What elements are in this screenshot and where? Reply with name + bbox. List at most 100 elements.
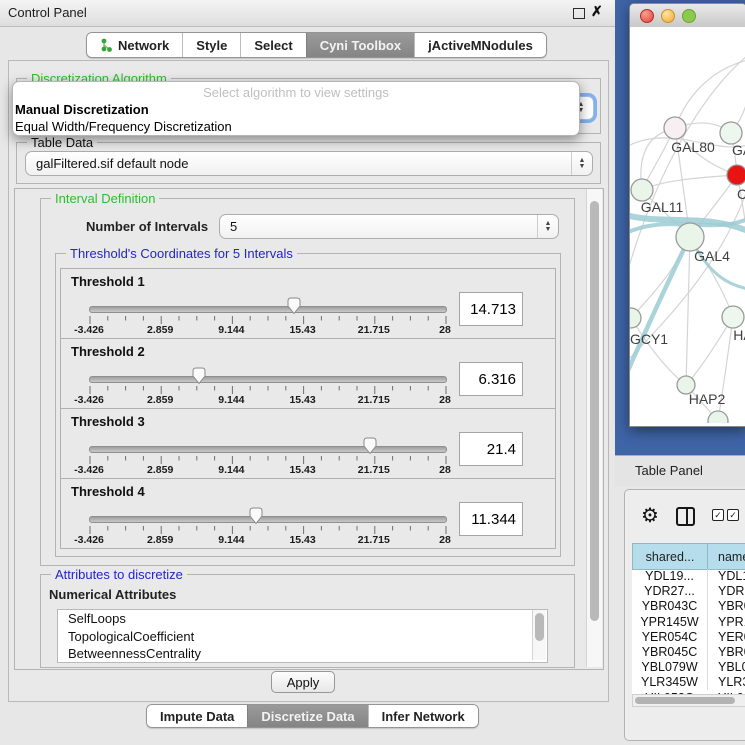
- tab-jactivemnodules[interactable]: jActiveMNodules: [414, 33, 546, 57]
- slider-ticks: [89, 386, 447, 395]
- slider-thumb[interactable]: [286, 297, 302, 315]
- apply-button[interactable]: Apply: [271, 671, 335, 693]
- group-title: Attributes to discretize: [51, 567, 187, 582]
- tab-impute-data[interactable]: Impute Data: [147, 705, 247, 727]
- table-row[interactable]: YBR043CYBR0: [632, 599, 745, 614]
- table-data-combobox[interactable]: galFiltered.sif default node ▲▼: [25, 151, 593, 176]
- cell-shared-name[interactable]: YDL19...: [632, 569, 707, 583]
- tick-label: 2.859: [147, 534, 173, 546]
- slider-track[interactable]: [89, 516, 447, 523]
- network-edge[interactable]: [675, 60, 745, 128]
- tick-label: -3.426: [74, 534, 104, 546]
- close-icon[interactable]: ✗: [591, 3, 603, 20]
- table-row[interactable]: YDL19...YDL1: [632, 569, 745, 584]
- network-edge[interactable]: [686, 237, 690, 385]
- list-scrollbar[interactable]: [532, 610, 546, 660]
- network-edge[interactable]: [630, 237, 690, 375]
- threshold-value-field[interactable]: 14.713: [459, 292, 523, 326]
- table-row[interactable]: YDR27...YDR2: [632, 584, 745, 599]
- cell-shared-name[interactable]: YBR043C: [632, 599, 707, 613]
- column-header-name[interactable]: name: [707, 543, 745, 570]
- slider-thumb[interactable]: [248, 507, 264, 525]
- scrollbar-thumb[interactable]: [635, 697, 735, 704]
- horizontal-scrollbar[interactable]: [632, 694, 745, 707]
- network-window-titlebar[interactable]: [630, 4, 745, 28]
- gear-icon[interactable]: ⚙: [641, 503, 659, 528]
- slider-thumb[interactable]: [362, 437, 378, 455]
- network-canvas[interactable]: GAL80GALCGAL11GAL4GCY1HAHAP2: [630, 27, 745, 423]
- network-node[interactable]: [722, 306, 744, 328]
- threshold-value-field[interactable]: 11.344: [459, 502, 523, 536]
- number-of-intervals-combobox[interactable]: 5 ▲▼: [219, 214, 559, 239]
- cell-shared-name[interactable]: YBL079W: [632, 660, 707, 674]
- tick-label: 28: [439, 464, 451, 476]
- table-row[interactable]: YPR145WYPR1: [632, 615, 745, 630]
- table-row[interactable]: YLR345WYLR3: [632, 675, 745, 690]
- cell-shared-name[interactable]: YPR145W: [632, 615, 707, 629]
- network-node[interactable]: [630, 308, 641, 328]
- cell-name[interactable]: YBR0: [708, 599, 745, 613]
- float-window-icon[interactable]: [573, 8, 585, 19]
- threshold-value-field[interactable]: 21.4: [459, 432, 523, 466]
- threshold-row: Threshold 2-3.4262.8599.14415.4321.71528…: [60, 338, 556, 409]
- scrollbar-thumb[interactable]: [535, 613, 544, 641]
- threshold-value-field[interactable]: 6.316: [459, 362, 523, 396]
- zoom-traffic-icon[interactable]: [682, 9, 696, 23]
- interval-definition-group: Interval Definition Number of Intervals …: [40, 198, 575, 566]
- checkbox-icon[interactable]: ✓: [727, 509, 739, 521]
- slider-track[interactable]: [89, 306, 447, 313]
- cell-shared-name[interactable]: YER054C: [632, 630, 707, 644]
- tab-label: Network: [118, 38, 169, 53]
- cell-name[interactable]: YDL1: [708, 569, 745, 583]
- dropdown-option-manual[interactable]: Manual Discretization: [13, 101, 579, 118]
- slider-thumb[interactable]: [191, 367, 207, 385]
- tick-label: 21.715: [358, 324, 390, 336]
- cell-name[interactable]: YLR3: [708, 675, 745, 689]
- cell-name[interactable]: YDR2: [708, 584, 745, 598]
- tab-discretize-data[interactable]: Discretize Data: [247, 705, 367, 727]
- table-row[interactable]: YBL079WYBL0: [632, 660, 745, 675]
- network-edge[interactable]: [686, 317, 733, 385]
- dropdown-hint: Select algorithm to view settings: [13, 82, 579, 101]
- tab-cyni-toolbox[interactable]: Cyni Toolbox: [306, 33, 414, 57]
- dropdown-option-equal-width[interactable]: Equal Width/Frequency Discretization: [13, 118, 579, 135]
- tab-network[interactable]: Network: [87, 33, 182, 57]
- network-node[interactable]: [720, 122, 742, 144]
- tab-infer-network[interactable]: Infer Network: [368, 705, 478, 727]
- cell-shared-name[interactable]: YBR045C: [632, 645, 707, 659]
- cell-name[interactable]: YBR0: [708, 645, 745, 659]
- tab-select[interactable]: Select: [240, 33, 305, 57]
- attribute-list-item[interactable]: BetweennessCentrality: [58, 645, 547, 663]
- cell-shared-name[interactable]: YDR27...: [632, 584, 707, 598]
- network-node[interactable]: [631, 179, 653, 201]
- network-edge[interactable]: [631, 237, 690, 318]
- scrollbar-thumb[interactable]: [590, 201, 599, 621]
- cell-shared-name[interactable]: YLR345W: [632, 675, 707, 689]
- table-row[interactable]: YBR045CYBR0: [632, 645, 745, 660]
- network-node[interactable]: [664, 117, 686, 139]
- attribute-list-item[interactable]: TopologicalCoefficient: [58, 628, 547, 646]
- table-row[interactable]: YER054CYER0: [632, 630, 745, 645]
- minimize-traffic-icon[interactable]: [661, 9, 675, 23]
- cell-name[interactable]: YPR1: [708, 615, 745, 629]
- tick-label: 28: [439, 324, 451, 336]
- network-node[interactable]: [676, 223, 704, 251]
- slider-track[interactable]: [89, 446, 447, 453]
- threshold-row: Threshold 4-3.4262.8599.14415.4321.71528…: [60, 478, 556, 549]
- cell-name[interactable]: YBL0: [708, 660, 745, 674]
- network-node[interactable]: [727, 165, 745, 185]
- tick-label: -3.426: [74, 324, 104, 336]
- close-traffic-icon[interactable]: [640, 9, 654, 23]
- vertical-scrollbar[interactable]: [586, 189, 602, 667]
- checkbox-icon[interactable]: ✓: [712, 509, 724, 521]
- tab-style[interactable]: Style: [182, 33, 240, 57]
- column-header-shared-name[interactable]: shared...: [632, 543, 708, 570]
- network-edge[interactable]: [642, 175, 737, 190]
- table-data-value: galFiltered.sif default node: [26, 156, 571, 171]
- slider-track[interactable]: [89, 376, 447, 383]
- numerical-attributes-list[interactable]: SelfLoopsTopologicalCoefficientBetweenne…: [57, 609, 548, 663]
- tick-label: 9.144: [218, 324, 244, 336]
- attribute-list-item[interactable]: SelfLoops: [58, 610, 547, 628]
- cell-name[interactable]: YER0: [708, 630, 745, 644]
- split-panel-icon[interactable]: [676, 507, 695, 526]
